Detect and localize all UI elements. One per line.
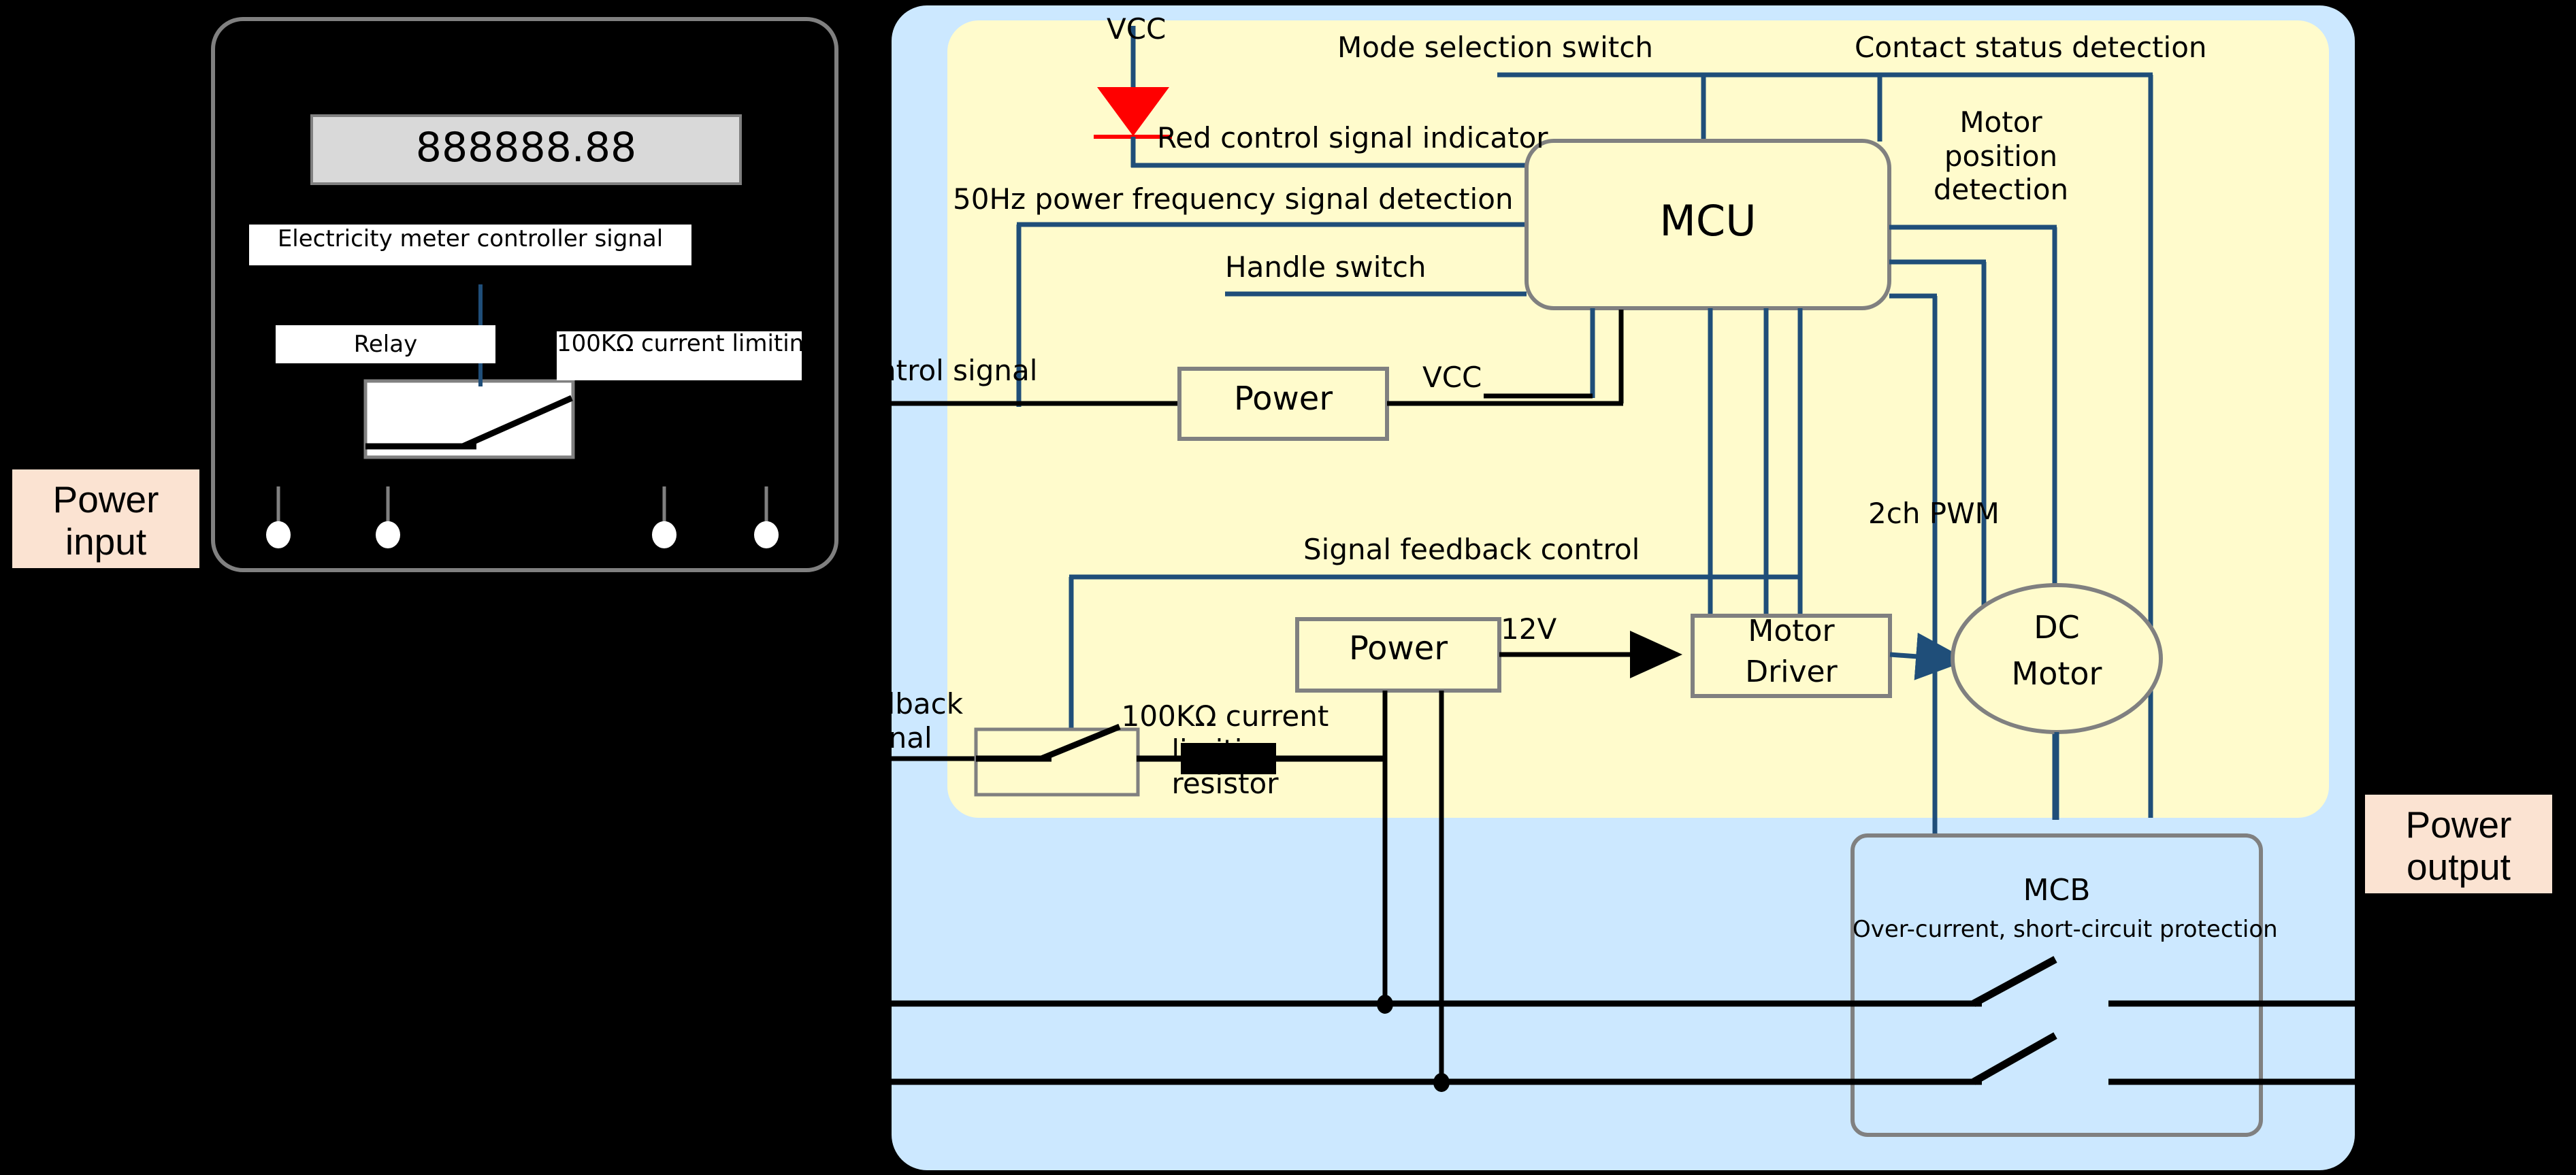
label-power-block-12v: Power (1348, 629, 1448, 667)
meter-terminal (652, 521, 676, 548)
label-mcb-title: MCB (2023, 873, 2091, 908)
feedback-relay-box (974, 727, 1140, 797)
label-motor-position-detection: Motor position detection (1933, 105, 2069, 207)
label-meter-limiting-resistor: 100KΩ current limiting resistor (557, 331, 802, 380)
label-control-signal: Control signal (841, 354, 1038, 387)
meter-terminal (266, 521, 291, 548)
label-controller-limiting-resistor: 100KΩ current limiting resistor (1121, 699, 1329, 801)
label-50hz-power-frequency-signal-detection: 50Hz power frequency signal detection (953, 182, 1514, 216)
label-signal-feedback-control: Signal feedback control (1303, 533, 1640, 566)
meter-terminal (376, 521, 400, 548)
circuit-canvas (211, 5, 2355, 1170)
label-feedback-signal: Feedback signal (827, 687, 964, 755)
diagram-root: 888888.88 Electricity meter controller s… (0, 0, 2576, 1175)
label-dc-motor-line2: Motor (2011, 655, 2102, 692)
label-2ch-pwm: 2ch PWM (1868, 497, 2000, 530)
meter-enclosure (211, 17, 838, 572)
wire-junction (1433, 1073, 1450, 1092)
label-motor-driver-line1: Motor (1748, 614, 1835, 648)
label-motor-driver-line2: Driver (1745, 655, 1838, 689)
wire-junction (1377, 995, 1393, 1014)
label-mcu: MCU (1659, 196, 1757, 246)
meter-display-value: 888888.88 (415, 124, 637, 171)
label-dc-motor-line1: DC (2034, 609, 2080, 646)
label-red-control-signal-indicator: Red control signal indicator (1157, 121, 1548, 154)
label-12v: 12V (1501, 612, 1557, 646)
label-power-block-vcc: Power (1233, 380, 1333, 418)
tag-power-output: Power output (2365, 795, 2552, 893)
label-mcb-subtitle: Over-current, short-circuit protection (1853, 916, 2278, 943)
label-vcc-top: VCC (1107, 12, 1167, 46)
label-handle-switch: Handle switch (1225, 250, 1426, 284)
label-relay: Relay (276, 325, 495, 363)
label-mode-selection-switch: Mode selection switch (1337, 31, 1653, 64)
label-vcc-power: VCC (1422, 361, 1482, 394)
meter-terminal (754, 521, 779, 548)
label-electricity-meter-controller-signal: Electricity meter controller signal (249, 225, 691, 265)
label-contact-status-detection: Contact status detection (1855, 31, 2207, 64)
tag-power-input: Power input (12, 469, 199, 568)
